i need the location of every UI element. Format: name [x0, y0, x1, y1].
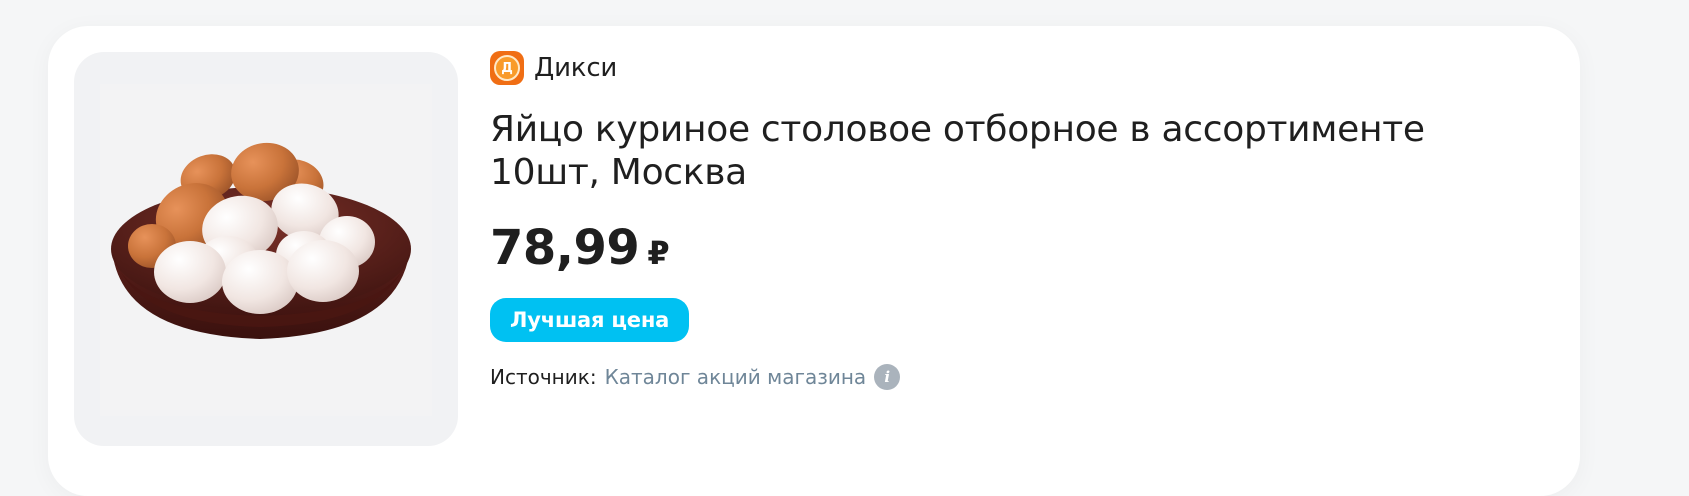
- source-label: Источник:: [490, 365, 597, 389]
- product-info: Д Дикси Яйцо куриное столовое отборное в…: [490, 50, 1540, 390]
- best-price-badge: Лучшая цена: [490, 298, 690, 342]
- info-icon[interactable]: i: [874, 364, 901, 390]
- product-image-container[interactable]: [74, 52, 458, 446]
- product-image: [100, 84, 432, 416]
- store-logo-icon: Д: [490, 51, 524, 85]
- product-card[interactable]: Д Дикси Яйцо куриное столовое отборное в…: [48, 26, 1580, 496]
- price-value: 78,99: [490, 220, 640, 276]
- source-row: Источник: Каталог акций магазина i: [490, 364, 1540, 390]
- price: 78,99 ₽: [490, 220, 1540, 276]
- store-logo-letter: Д: [494, 55, 520, 81]
- price-currency: ₽: [647, 234, 670, 272]
- source-link[interactable]: Каталог акций магазина: [605, 365, 867, 389]
- product-title[interactable]: Яйцо куриное столовое отборное в ассорти…: [490, 108, 1490, 194]
- store-name[interactable]: Дикси: [534, 53, 617, 83]
- eggs-in-bowl-image: [111, 142, 411, 339]
- store-header[interactable]: Д Дикси: [490, 50, 1540, 86]
